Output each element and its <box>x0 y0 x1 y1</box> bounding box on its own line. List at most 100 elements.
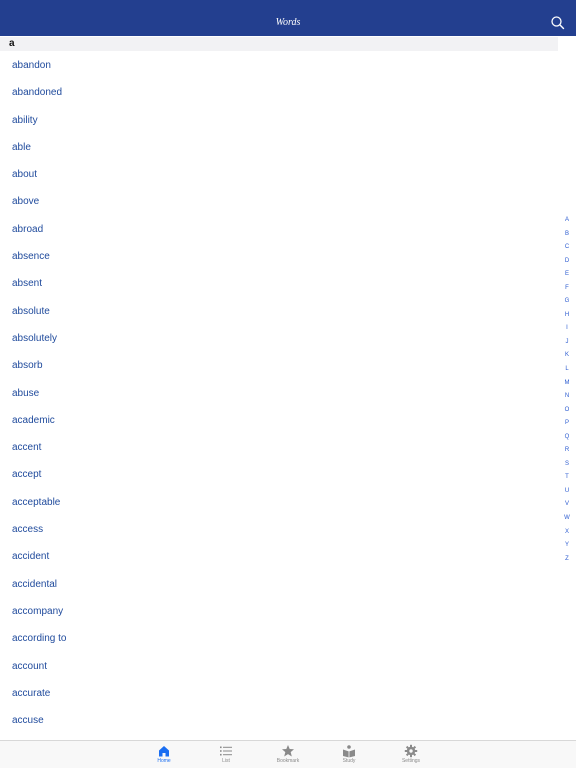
list-item[interactable]: abandoned <box>0 80 555 107</box>
list-item[interactable]: according to <box>0 626 555 653</box>
index-letter[interactable]: F <box>562 282 572 296</box>
list-item[interactable]: accent <box>0 435 555 462</box>
tab-list[interactable]: List <box>201 743 251 767</box>
tab-home-label: Home <box>157 758 171 764</box>
list-item[interactable]: ability <box>0 108 555 135</box>
index-letter[interactable]: P <box>562 417 572 431</box>
search-button[interactable] <box>550 15 566 31</box>
list-item[interactable]: account <box>0 654 555 681</box>
index-letter[interactable]: O <box>562 404 572 418</box>
list-item[interactable]: academic <box>0 408 555 435</box>
star-icon <box>282 745 294 757</box>
tab-home[interactable]: Home <box>139 743 189 767</box>
word-label[interactable]: according to <box>12 633 66 645</box>
word-label[interactable]: abroad <box>12 224 43 236</box>
word-label[interactable]: accept <box>12 469 41 481</box>
list-item[interactable]: above <box>0 189 555 216</box>
word-label[interactable]: absence <box>12 251 50 263</box>
word-label[interactable]: accidental <box>12 579 57 591</box>
index-letter[interactable]: I <box>562 322 572 336</box>
index-letter[interactable]: B <box>562 228 572 242</box>
list-item[interactable]: abroad <box>0 217 555 244</box>
list-item[interactable]: about <box>0 162 555 189</box>
list-item[interactable]: absorb <box>0 353 555 380</box>
word-label[interactable]: about <box>12 169 37 181</box>
word-label[interactable]: abandon <box>12 60 51 72</box>
index-letter[interactable]: N <box>562 390 572 404</box>
tab-list-label: List <box>222 758 230 764</box>
word-label[interactable]: above <box>12 196 39 208</box>
index-letter[interactable]: W <box>562 512 572 526</box>
index-letter[interactable]: A <box>562 214 572 228</box>
list-item[interactable]: accident <box>0 544 555 571</box>
index-letter[interactable]: Z <box>562 553 572 567</box>
index-letter[interactable]: G <box>562 295 572 309</box>
index-letter[interactable]: L <box>562 363 572 377</box>
tab-bar: Home List Bookmark Study Settings <box>0 740 576 768</box>
list-item[interactable]: accompany <box>0 599 555 626</box>
list-icon <box>220 746 232 756</box>
word-label[interactable]: abuse <box>12 388 39 400</box>
index-letter[interactable]: X <box>562 526 572 540</box>
list-item[interactable]: absent <box>0 271 555 298</box>
tab-settings-label: Settings <box>401 758 421 764</box>
page-title: Words <box>275 17 301 28</box>
home-icon <box>159 746 169 757</box>
word-list: abandon abandoned ability able about above abr… <box>0 53 555 735</box>
app-window: Words a abandon abandoned ability able about… <box>0 0 576 768</box>
index-letter[interactable]: U <box>562 485 572 499</box>
list-item[interactable]: absence <box>0 244 555 271</box>
list-item[interactable]: accurate <box>0 681 555 708</box>
tab-study-label: Study <box>342 758 356 764</box>
index-letter[interactable]: T <box>562 471 572 485</box>
index-letter[interactable]: M <box>562 377 572 391</box>
word-label[interactable]: ability <box>12 115 38 127</box>
word-label[interactable]: accuse <box>12 715 44 727</box>
word-label[interactable]: accompany <box>12 606 63 618</box>
list-item[interactable]: absolute <box>0 299 555 326</box>
list-item[interactable]: accidental <box>0 572 555 599</box>
gear-icon <box>404 744 418 758</box>
word-label[interactable]: absorb <box>12 360 43 372</box>
tab-study[interactable]: Study <box>324 743 374 767</box>
index-letter[interactable]: J <box>562 336 572 350</box>
index-letter[interactable]: C <box>562 241 572 255</box>
index-letter[interactable]: E <box>562 268 572 282</box>
word-label[interactable]: absent <box>12 278 42 290</box>
word-label[interactable]: absolutely <box>12 333 57 345</box>
index-letter[interactable]: D <box>562 255 572 269</box>
word-label[interactable]: absolute <box>12 306 50 318</box>
index-letter[interactable]: R <box>562 444 572 458</box>
word-label[interactable]: accident <box>12 551 49 563</box>
index-letter[interactable]: K <box>562 349 572 363</box>
word-label[interactable]: able <box>12 142 31 154</box>
word-label[interactable]: abandoned <box>12 87 62 99</box>
section-header: a <box>0 37 558 51</box>
word-label[interactable]: acceptable <box>12 497 60 509</box>
study-icon <box>343 745 355 758</box>
index-letter[interactable]: H <box>562 309 572 323</box>
word-label[interactable]: academic <box>12 415 55 427</box>
word-label[interactable]: account <box>12 661 47 673</box>
index-letter[interactable]: V <box>562 498 572 512</box>
search-icon <box>551 16 565 30</box>
list-item[interactable]: absolutely <box>0 326 555 353</box>
list-item[interactable]: abandon <box>0 53 555 80</box>
list-item[interactable]: access <box>0 517 555 544</box>
index-letter[interactable]: Q <box>562 431 572 445</box>
list-item[interactable]: acceptable <box>0 490 555 517</box>
section-header-label: a <box>9 38 15 49</box>
index-letter[interactable]: S <box>562 458 572 472</box>
word-label[interactable]: access <box>12 524 43 536</box>
index-letter[interactable]: Y <box>562 539 572 553</box>
tab-bookmark-label: Bookmark <box>276 758 300 764</box>
alphabet-index: ABCDEFGHIJKLMNOPQRSTUVWXYZ <box>562 214 572 566</box>
list-item[interactable]: accuse <box>0 708 555 735</box>
word-label[interactable]: accent <box>12 442 41 454</box>
list-item[interactable]: accept <box>0 462 555 489</box>
tab-settings[interactable]: Settings <box>386 743 436 767</box>
list-item[interactable]: able <box>0 135 555 162</box>
tab-bookmark[interactable]: Bookmark <box>263 743 313 767</box>
word-label[interactable]: accurate <box>12 688 50 700</box>
list-item[interactable]: abuse <box>0 381 555 408</box>
